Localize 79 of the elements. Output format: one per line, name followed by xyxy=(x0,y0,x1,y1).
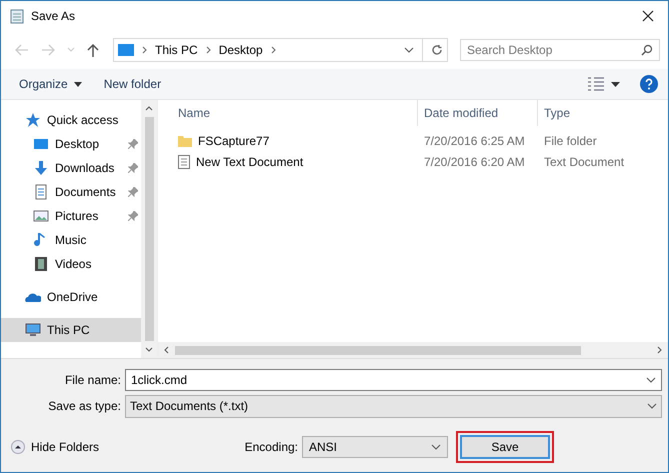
document-icon xyxy=(33,184,49,200)
sidebar-label: Music xyxy=(55,233,88,247)
organize-button[interactable]: Organize xyxy=(11,74,90,94)
up-caret-icon xyxy=(11,440,25,454)
encoding-dropdown[interactable]: ANSI xyxy=(302,436,448,458)
column-header[interactable]: Name xyxy=(158,100,418,126)
refresh-icon[interactable] xyxy=(431,44,443,56)
hide-folders-button[interactable]: Hide Folders xyxy=(11,440,100,454)
monitor-icon xyxy=(33,136,49,152)
breadcrumb[interactable]: This PC xyxy=(155,43,198,57)
pin-icon[interactable] xyxy=(128,187,138,197)
view-options-icon[interactable] xyxy=(587,77,605,91)
star-icon xyxy=(25,112,41,128)
column-header[interactable]: Type xyxy=(538,106,668,120)
dropdown-caret-icon[interactable] xyxy=(404,47,414,53)
sidebar-item[interactable]: Videos xyxy=(1,252,141,276)
horizontal-scrollbar[interactable] xyxy=(158,342,668,358)
file-name[interactable]: New Text Document xyxy=(196,154,304,168)
table-cell-text: 7/20/2016 6:20 AM xyxy=(423,154,526,168)
sidebar-label: Pictures xyxy=(55,209,100,223)
help-icon[interactable] xyxy=(640,75,658,93)
file-type-dropdown[interactable]: Text Documents (*.txt) xyxy=(125,394,662,418)
save-button[interactable]: Save xyxy=(460,435,550,459)
field-label: Encoding: xyxy=(244,440,298,454)
sidebar-label: Desktop xyxy=(55,137,100,151)
sidebar-item[interactable]: Quick access xyxy=(1,108,141,132)
file-name[interactable]: FSCapture77 xyxy=(198,134,270,148)
sidebar-label: This PC xyxy=(47,323,91,337)
film-icon xyxy=(33,256,49,272)
pin-icon[interactable] xyxy=(128,211,138,221)
scroll-down-icon[interactable] xyxy=(145,347,153,352)
sidebar-item[interactable]: This PC xyxy=(1,318,141,342)
chevron-icon[interactable] xyxy=(206,46,211,54)
sidebar-label: Quick access xyxy=(47,113,120,127)
caret-icon[interactable] xyxy=(611,82,620,86)
sidebar-label: Downloads xyxy=(55,161,116,175)
scroll-right-icon[interactable] xyxy=(657,346,662,354)
close-icon[interactable] xyxy=(642,10,654,22)
sidebar-item[interactable]: OneDrive xyxy=(1,285,141,309)
scroll-up-icon[interactable] xyxy=(145,106,153,111)
sidebar-label: Videos xyxy=(55,257,92,271)
sidebar-item[interactable]: Documents xyxy=(1,180,141,204)
breadcrumb[interactable]: Desktop xyxy=(218,43,263,57)
file-name-field[interactable]: 1click.cmd xyxy=(125,369,662,391)
scroll-left-icon[interactable] xyxy=(164,346,169,354)
table-cell-text: 7/20/2016 6:25 AM xyxy=(423,134,526,148)
search-field[interactable]: Search Desktop xyxy=(460,39,660,61)
address-bar[interactable]: This PC Desktop xyxy=(113,38,448,62)
dropdown-caret-icon xyxy=(647,403,657,409)
sidebar-item[interactable]: Music xyxy=(1,228,141,252)
folder-icon xyxy=(178,134,192,148)
field-label: File name: xyxy=(64,373,122,387)
table-cell-text: File folder xyxy=(543,134,598,148)
vertical-scrollbar[interactable] xyxy=(141,100,157,358)
chevron-icon[interactable] xyxy=(142,46,147,54)
text-file-icon xyxy=(178,154,190,168)
sidebar-item[interactable]: Downloads xyxy=(1,156,141,180)
pin-icon[interactable] xyxy=(128,139,138,149)
caret-icon xyxy=(74,82,82,86)
chevron-icon[interactable] xyxy=(270,46,276,54)
sidebar-label: Documents xyxy=(55,185,117,199)
window-title: Save As xyxy=(31,9,76,23)
dropdown-caret-icon xyxy=(646,377,656,383)
picture-icon xyxy=(33,208,49,224)
search-icon xyxy=(641,44,653,56)
notepad-icon xyxy=(9,8,25,24)
monitor-icon xyxy=(118,44,134,56)
computer-icon xyxy=(25,322,41,338)
field-label: Save as type: xyxy=(47,399,122,413)
pin-icon[interactable] xyxy=(128,163,138,173)
table-cell-text: Text Document xyxy=(543,154,626,168)
sidebar-item[interactable]: Desktop xyxy=(1,132,141,156)
dropdown-caret-icon xyxy=(431,444,441,450)
down-arrow-icon xyxy=(33,160,49,176)
sidebar-label: OneDrive xyxy=(47,290,99,304)
sidebar-item[interactable]: Pictures xyxy=(1,204,141,228)
column-header[interactable]: Date modified xyxy=(418,100,538,126)
up-arrow-icon[interactable] xyxy=(87,43,99,57)
new-folder-button[interactable]: New folder xyxy=(96,74,170,94)
